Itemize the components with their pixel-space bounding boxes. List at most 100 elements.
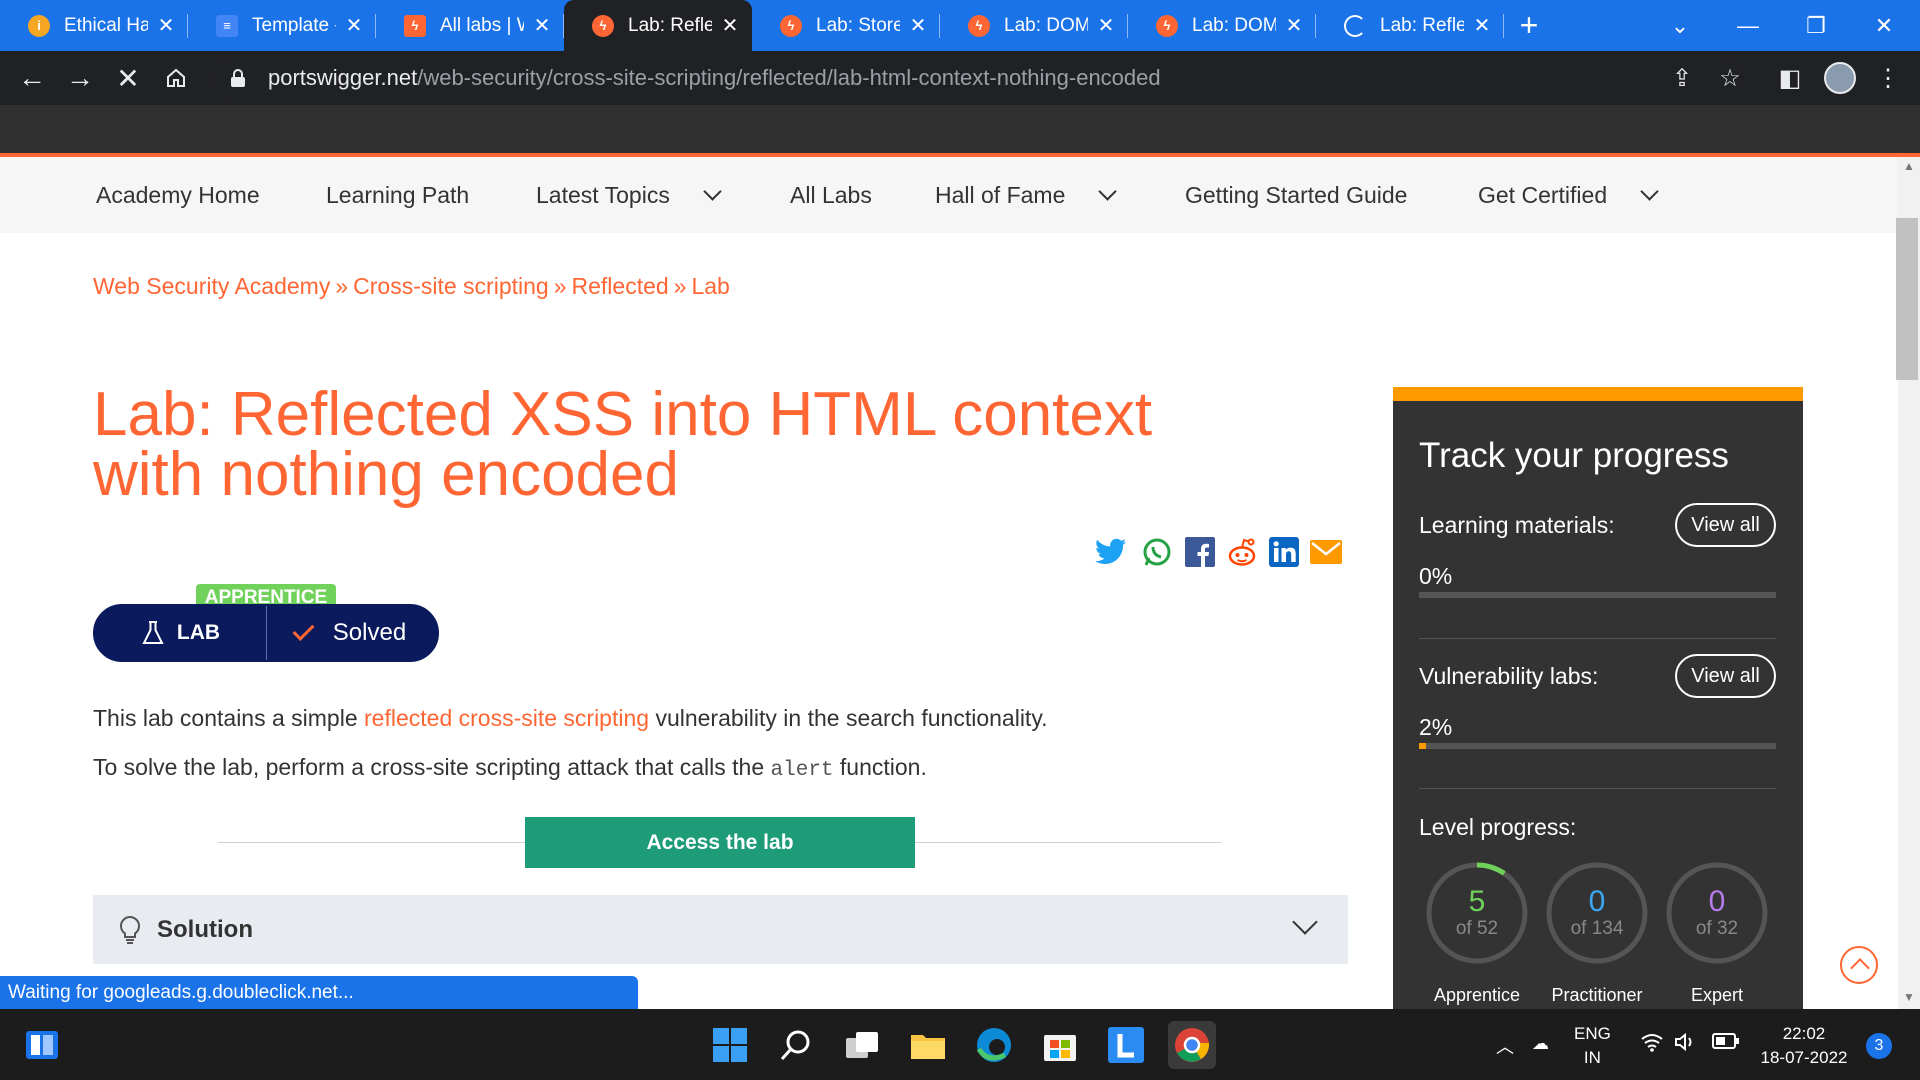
breadcrumb-link[interactable]: Lab	[691, 273, 729, 299]
notification-badge[interactable]: 3	[1866, 1033, 1892, 1059]
nav-latest-topics[interactable]: Latest Topics	[536, 157, 722, 233]
minimize-icon[interactable]: —	[1718, 0, 1778, 51]
solution-accordion[interactable]: Solution	[93, 895, 1348, 964]
browser-tab[interactable]: i Ethical Hac ✕	[0, 0, 188, 51]
chrome-icon[interactable]	[1168, 1021, 1216, 1069]
browser-menu-icon[interactable]: ⋮	[1864, 51, 1912, 105]
browser-tab[interactable]: ≡ Template - ( ✕	[188, 0, 376, 51]
tab-close-icon[interactable]: ✕	[342, 13, 366, 38]
breadcrumb-link[interactable]: Cross-site scripting	[353, 273, 549, 299]
stop-loading-icon[interactable]: ✕	[104, 51, 152, 105]
chevron-down-icon	[1098, 181, 1118, 201]
back-icon[interactable]: ←	[8, 51, 56, 105]
browser-tab[interactable]: Lab: Reflect ✕	[1316, 0, 1504, 51]
expert-count: 0	[1708, 885, 1726, 918]
nav-get-certified[interactable]: Get Certified	[1478, 157, 1659, 233]
task-view-icon[interactable]	[838, 1021, 886, 1069]
forward-icon[interactable]: →	[56, 51, 104, 105]
tab-close-icon[interactable]: ✕	[906, 13, 930, 38]
battery-icon[interactable]	[1712, 1032, 1740, 1057]
breadcrumb-link[interactable]: Reflected	[572, 273, 669, 299]
profile-avatar[interactable]	[1816, 51, 1864, 105]
tab-label: All labs | W	[440, 14, 524, 36]
bookmark-star-icon[interactable]: ☆	[1706, 51, 1754, 105]
volume-icon[interactable]	[1674, 1032, 1698, 1059]
tab-label: Template - (	[252, 14, 336, 36]
store-icon[interactable]	[1036, 1021, 1084, 1069]
home-icon[interactable]	[152, 51, 200, 105]
breadcrumb-separator: »	[335, 273, 349, 299]
tab-close-icon[interactable]: ✕	[154, 13, 178, 38]
url-text[interactable]: portswigger.net/web-security/cross-site-…	[268, 65, 1161, 91]
onedrive-icon[interactable]: ☁	[1532, 1032, 1549, 1056]
language-indicator[interactable]: ENG IN	[1574, 1022, 1611, 1070]
lock-icon[interactable]	[228, 68, 248, 88]
site-header-bar	[0, 105, 1920, 155]
tab-close-icon[interactable]: ✕	[718, 13, 742, 38]
tab-favicon-icon: i	[28, 14, 50, 37]
clock[interactable]: 22:02 18-07-2022	[1756, 1022, 1852, 1070]
address-bar[interactable]: portswigger.net/web-security/cross-site-…	[212, 57, 1742, 99]
file-explorer-icon[interactable]	[904, 1021, 952, 1069]
whatsapp-icon[interactable]	[1141, 536, 1173, 568]
tab-favicon-icon: ≡	[216, 14, 238, 37]
start-icon[interactable]	[706, 1021, 754, 1069]
nav-hall-of-fame[interactable]: Hall of Fame	[935, 157, 1118, 233]
restore-icon[interactable]: ❐	[1786, 0, 1846, 51]
vuln-progress-bar	[1419, 743, 1776, 749]
nav-academy-home[interactable]: Academy Home	[96, 157, 260, 233]
practitioner-count: 0	[1588, 885, 1606, 918]
divider	[1419, 788, 1776, 789]
linkedin-icon[interactable]	[1268, 536, 1300, 568]
browser-tab[interactable]: ϟ Lab: Stored ✕	[752, 0, 940, 51]
twitter-icon[interactable]	[1095, 536, 1127, 568]
l-app-icon[interactable]	[1102, 1021, 1150, 1069]
facebook-icon[interactable]	[1184, 536, 1216, 568]
browser-tab[interactable]: ϟ Lab: DOM- ✕	[1128, 0, 1316, 51]
share-page-icon[interactable]: ⇪	[1658, 51, 1706, 105]
back-to-top-button[interactable]	[1840, 946, 1878, 984]
level-progress-label: Level progress:	[1419, 814, 1577, 840]
breadcrumb-link[interactable]: Web Security Academy	[93, 273, 330, 299]
tab-label: Lab: Stored	[816, 14, 900, 36]
nav-learning-path[interactable]: Learning Path	[326, 157, 469, 233]
chevron-down-icon	[1292, 909, 1318, 935]
widgets-icon[interactable]	[18, 1021, 66, 1069]
scroll-down-icon[interactable]: ▼	[1898, 990, 1920, 1008]
scroll-up-icon[interactable]: ▲	[1898, 159, 1920, 177]
tab-label: Ethical Hac	[64, 14, 148, 36]
email-icon[interactable]	[1310, 536, 1342, 568]
tab-search-icon[interactable]: ⌄	[1650, 0, 1710, 51]
breadcrumb-separator: »	[553, 273, 567, 299]
browser-tab-active[interactable]: ϟ Lab: Reflect ✕	[564, 0, 752, 51]
reflected-xss-link[interactable]: reflected cross-site scripting	[364, 705, 649, 731]
browser-tab[interactable]: ϟ Lab: DOM- ✕	[940, 0, 1128, 51]
edge-icon[interactable]	[970, 1021, 1018, 1069]
windows-taskbar: ︿ ☁ ENG IN 22:02 18-07-2022	[0, 1009, 1920, 1080]
tray-overflow-icon[interactable]: ︿	[1496, 1035, 1514, 1059]
scrollbar-thumb[interactable]	[1896, 218, 1918, 380]
tab-close-icon[interactable]: ✕	[530, 13, 554, 38]
view-all-labs-button[interactable]: View all	[1675, 654, 1776, 698]
search-icon[interactable]	[772, 1021, 820, 1069]
vuln-percent: 2%	[1419, 714, 1453, 740]
chevron-down-icon	[703, 181, 722, 201]
expert-label: Expert	[1690, 985, 1744, 1005]
tab-close-icon[interactable]: ✕	[1282, 13, 1306, 38]
nav-getting-started-guide[interactable]: Getting Started Guide	[1185, 157, 1407, 233]
practitioner-total: of 134	[1570, 918, 1624, 939]
check-icon	[292, 619, 315, 641]
close-window-icon[interactable]: ✕	[1854, 0, 1914, 51]
access-lab-button[interactable]: Access the lab	[525, 817, 915, 868]
reddit-icon[interactable]	[1226, 536, 1258, 568]
tab-close-icon[interactable]: ✕	[1470, 13, 1494, 38]
side-panel-icon[interactable]: ◧	[1766, 51, 1814, 105]
expert-total: of 32	[1695, 918, 1739, 939]
new-tab-button[interactable]: +	[1504, 0, 1554, 51]
wifi-icon[interactable]	[1640, 1032, 1664, 1059]
nav-all-labs[interactable]: All Labs	[790, 157, 872, 233]
tab-close-icon[interactable]: ✕	[1094, 13, 1118, 38]
view-all-learning-button[interactable]: View all	[1675, 503, 1776, 547]
browser-tab[interactable]: ϟ All labs | W ✕	[376, 0, 564, 51]
solution-label: Solution	[157, 915, 253, 943]
